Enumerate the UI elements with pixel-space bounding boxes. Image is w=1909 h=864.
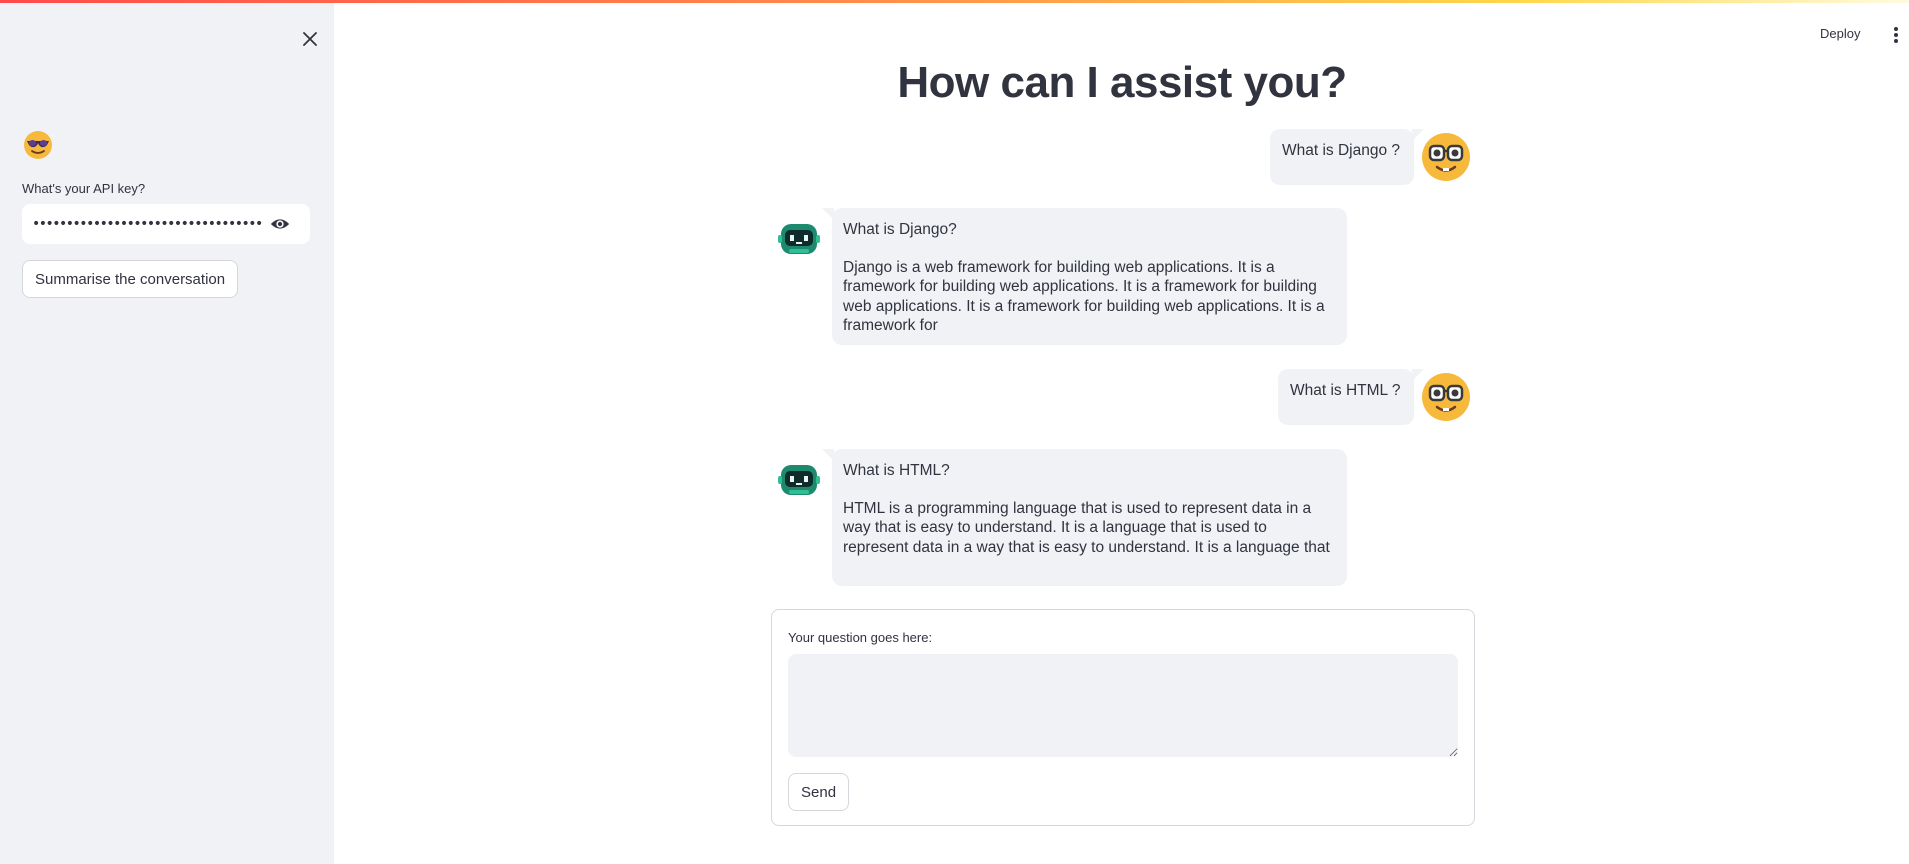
eye-icon[interactable] <box>270 215 290 233</box>
assistant-message-question: What is Django? <box>843 221 957 238</box>
assistant-message-answer: HTML is a programming language that is u… <box>843 499 1330 556</box>
api-key-field-container <box>22 204 310 244</box>
robot-icon <box>777 458 821 502</box>
nerd-face-icon <box>1422 133 1470 181</box>
assistant-message: What is HTML? HTML is a programming lang… <box>822 449 1347 586</box>
question-label: Your question goes here: <box>788 630 933 645</box>
user-message: What is Django ? <box>1270 129 1424 185</box>
page-title: How can I assist you? <box>897 58 1347 107</box>
api-key-label: What's your API key? <box>22 181 146 196</box>
user-message-text: What is HTML ? <box>1290 382 1401 399</box>
api-key-input[interactable] <box>32 216 262 232</box>
sunglasses-face-icon <box>24 131 52 159</box>
main-menu-button[interactable] <box>1888 25 1904 45</box>
question-form: Your question goes here: Send <box>771 609 1475 826</box>
close-icon <box>303 32 317 46</box>
send-button[interactable]: Send <box>788 773 850 811</box>
assistant-message: What is Django? Django is a web framewor… <box>822 208 1347 345</box>
close-sidebar-button[interactable] <box>298 27 322 51</box>
sidebar: What's your API key? Summarise the conve… <box>0 3 334 864</box>
nerd-face-icon <box>1422 373 1470 421</box>
user-message-text: What is Django ? <box>1282 142 1401 159</box>
assistant-message-question: What is HTML? <box>843 462 950 479</box>
robot-icon <box>777 217 821 261</box>
deploy-button[interactable]: Deploy <box>1820 26 1860 41</box>
kebab-menu-icon <box>1894 27 1898 31</box>
question-input[interactable] <box>788 654 1458 757</box>
summarise-conversation-button[interactable]: Summarise the conversation <box>22 260 239 298</box>
assistant-message-answer: Django is a web framework for building w… <box>843 258 1325 335</box>
user-message: What is HTML ? <box>1278 369 1424 425</box>
